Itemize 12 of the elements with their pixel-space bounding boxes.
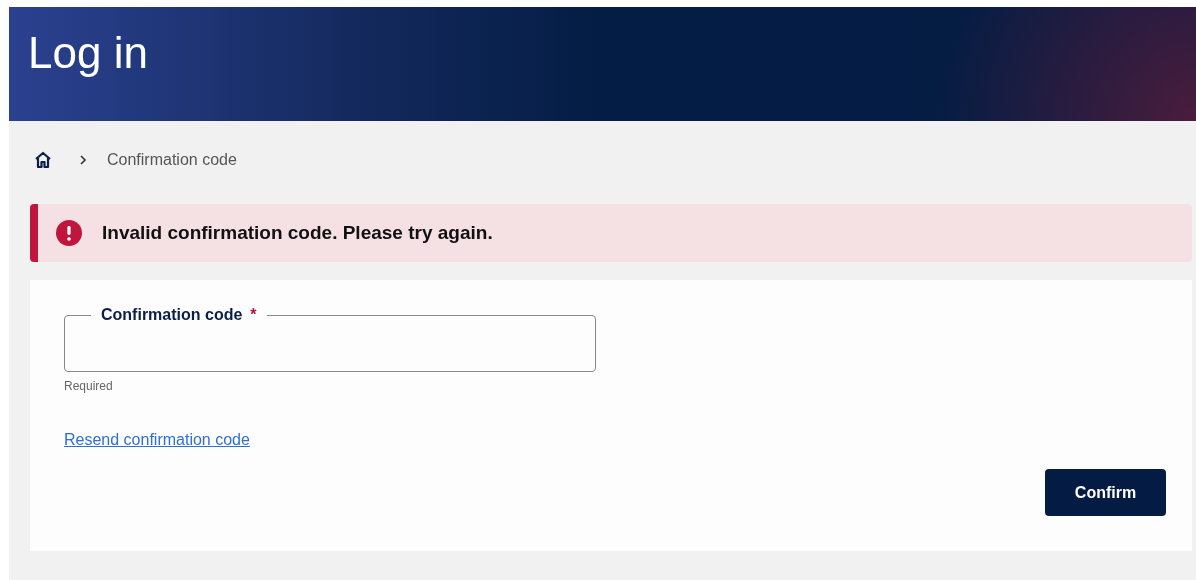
input-field[interactable]: Confirmation code * — [64, 306, 596, 372]
resend-link[interactable]: Resend confirmation code — [64, 431, 250, 449]
chevron-icon — [79, 154, 87, 166]
page-title: Log in — [28, 29, 149, 78]
breadcrumb-item: Confirmation code — [107, 151, 237, 169]
required-mark: * — [250, 306, 257, 323]
field-label-text: Confirmation code — [101, 306, 243, 323]
confirm-button[interactable]: Confirm — [1045, 469, 1166, 516]
alert-message: Invalid confirmation code. Please try again. — [102, 222, 493, 244]
field-hint: Required — [64, 379, 113, 393]
home-icon[interactable] — [33, 150, 53, 170]
exclamation-icon — [56, 220, 82, 246]
